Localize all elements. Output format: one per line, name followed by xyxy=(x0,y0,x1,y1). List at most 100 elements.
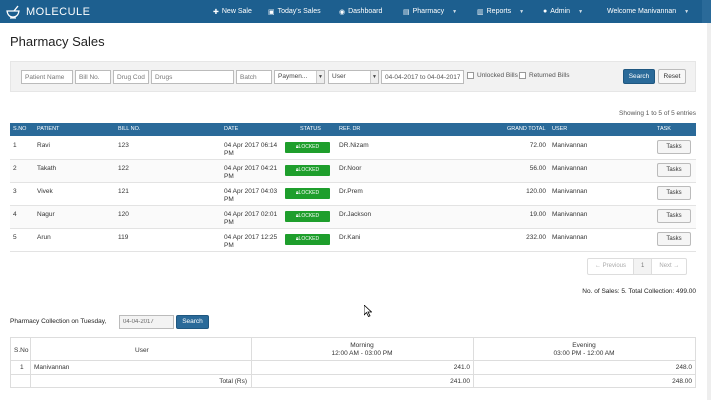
checkbox-box xyxy=(467,72,474,79)
cell-evening: 248.0 xyxy=(675,364,692,371)
col-ref-dr: REF. DR xyxy=(339,126,361,132)
locked-badge: 🔒︎LOCKED xyxy=(285,142,330,153)
nav-dashboard[interactable]: ◉ Dashboard xyxy=(339,0,382,23)
status-label: LOCKED xyxy=(298,167,320,173)
payment-select[interactable]: Paymen... ▼ xyxy=(274,70,325,84)
nav-reports[interactable]: ▥ Reports ▼ xyxy=(477,0,524,23)
nav-new-sale[interactable]: ✚ New Sale xyxy=(213,0,252,23)
cell-bill: 120 xyxy=(118,211,129,218)
chevron-down-icon: ▼ xyxy=(684,8,690,15)
cell-sno: 2 xyxy=(13,165,17,172)
cell-date: 04 Apr 2017 12:25 PM xyxy=(224,234,278,249)
col-bill-no: BILL NO. xyxy=(118,126,141,132)
chevron-down-icon: ▼ xyxy=(370,71,378,83)
cell-date: 04 Apr 2017 04:21 PM xyxy=(224,165,278,180)
col-date: DATE xyxy=(224,126,239,132)
cell-ref: Dr.Prem xyxy=(339,188,363,195)
cell-sno: 3 xyxy=(13,188,17,195)
brand[interactable]: MOLECULE xyxy=(5,4,91,20)
cell-bill: 121 xyxy=(118,188,129,195)
cell-date: 04 Apr 2017 02:01 PM xyxy=(224,211,278,226)
status-label: LOCKED xyxy=(298,236,320,242)
page-title: Pharmacy Sales xyxy=(10,34,105,49)
cell-patient: Takath xyxy=(37,165,57,172)
brand-name: MOLECULE xyxy=(26,5,91,18)
plus-icon: ✚ xyxy=(213,8,219,16)
total-evening: 248.00 xyxy=(672,378,692,385)
top-navbar: MOLECULE ✚ New Sale ▣ Today's Sales ◉ Dashb… xyxy=(0,0,711,23)
nav-dashboard-label: Dashboard xyxy=(348,8,383,15)
search-button[interactable]: Search xyxy=(623,69,655,84)
batch-input[interactable] xyxy=(236,70,272,84)
drugs-input[interactable] xyxy=(151,70,234,84)
cell-user: Manivannan xyxy=(552,211,588,218)
pagination: ← Previous 1 Next → xyxy=(587,258,688,275)
page-scrollbar[interactable] xyxy=(707,23,711,400)
total-morning: 241.00 xyxy=(450,378,470,385)
chart-icon: ▥ xyxy=(477,8,484,16)
returned-bills-label: Returned Bills xyxy=(529,72,570,79)
chevron-down-icon: ▼ xyxy=(519,8,525,15)
collection-label: Pharmacy Collection on Tuesday, xyxy=(10,318,107,325)
pharmacy-icon: ▤ xyxy=(403,8,410,16)
bill-no-input[interactable] xyxy=(75,70,111,84)
chevron-down-icon: ▼ xyxy=(316,71,324,83)
patient-name-input[interactable] xyxy=(21,70,73,84)
status-label: LOCKED xyxy=(298,190,320,196)
cell-sno: 4 xyxy=(13,211,17,218)
col-sno: S.No xyxy=(14,347,29,354)
dashboard-icon: ◉ xyxy=(339,8,346,16)
unlocked-bills-checkbox[interactable]: Unlocked Bills xyxy=(467,72,518,79)
cell-patient: Ravi xyxy=(37,142,51,149)
col-status: STATUS xyxy=(300,126,321,132)
col-task: TASK xyxy=(657,126,671,132)
locked-badge: 🔒︎LOCKED xyxy=(285,211,330,222)
col-grand-total: GRAND TOTAL xyxy=(507,126,546,132)
col-sno: S.NO xyxy=(13,126,27,132)
table-row: 2 Takath 122 04 Apr 2017 04:21 PM 🔒︎LOCK… xyxy=(10,160,696,183)
cell-user: Manivannan xyxy=(552,234,588,241)
status-label: LOCKED xyxy=(298,213,320,219)
collection-table: S.No User Morning 12:00 AM - 03:00 PM Ev… xyxy=(10,337,696,388)
nav-pharmacy[interactable]: ▤ Pharmacy ▼ xyxy=(403,0,457,23)
page-1-button[interactable]: 1 xyxy=(634,259,653,274)
date-range-input[interactable] xyxy=(381,70,464,84)
collection-search-button[interactable]: Search xyxy=(176,315,209,329)
col-morning: Morning xyxy=(350,342,374,349)
checkbox-box xyxy=(519,72,526,79)
tasks-button[interactable]: Tasks xyxy=(657,232,691,246)
divider xyxy=(11,360,695,361)
reset-button[interactable]: Reset xyxy=(658,69,686,84)
user-select-value: User xyxy=(332,73,346,80)
tasks-button[interactable]: Tasks xyxy=(657,140,691,154)
tasks-button[interactable]: Tasks xyxy=(657,209,691,223)
entries-info: Showing 1 to 5 of 5 entries xyxy=(619,110,696,117)
previous-page-button[interactable]: ← Previous xyxy=(588,259,635,274)
returned-bills-checkbox[interactable]: Returned Bills xyxy=(519,72,569,79)
cell-total: 72.00 xyxy=(529,142,546,149)
cell-bill: 122 xyxy=(118,165,129,172)
col-evening: Evening xyxy=(572,342,596,349)
nav-admin[interactable]: ● Admin ▼ xyxy=(543,0,583,23)
nav-welcome-label: Welcome Manivannan xyxy=(607,8,677,15)
user-select[interactable]: User ▼ xyxy=(328,70,379,84)
tasks-button[interactable]: Tasks xyxy=(657,186,691,200)
drug-code-input[interactable] xyxy=(113,70,149,84)
cell-user: Manivannan xyxy=(552,165,588,172)
table-row: 5 Arun 119 04 Apr 2017 12:25 PM 🔒︎LOCKED… xyxy=(10,229,696,252)
cell-ref: Dr.Jackson xyxy=(339,211,372,218)
col-patient: PATIENT xyxy=(37,126,60,132)
cart-icon: ▣ xyxy=(268,8,275,16)
cell-total: 19.00 xyxy=(529,211,546,218)
tasks-button[interactable]: Tasks xyxy=(657,163,691,177)
col-user: USER xyxy=(552,126,568,132)
nav-todays-sales[interactable]: ▣ Today's Sales xyxy=(268,0,321,23)
nav-reports-label: Reports xyxy=(486,8,512,15)
cell-morning: 241.0 xyxy=(453,364,470,371)
cell-patient: Nagur xyxy=(37,211,55,218)
nav-welcome[interactable]: Welcome Manivannan ▼ xyxy=(607,0,689,23)
nav-todays-sales-label: Today's Sales xyxy=(277,8,321,15)
collection-date-input[interactable] xyxy=(119,315,174,329)
nav-pharmacy-label: Pharmacy xyxy=(412,8,445,15)
next-page-button[interactable]: Next → xyxy=(652,259,686,274)
